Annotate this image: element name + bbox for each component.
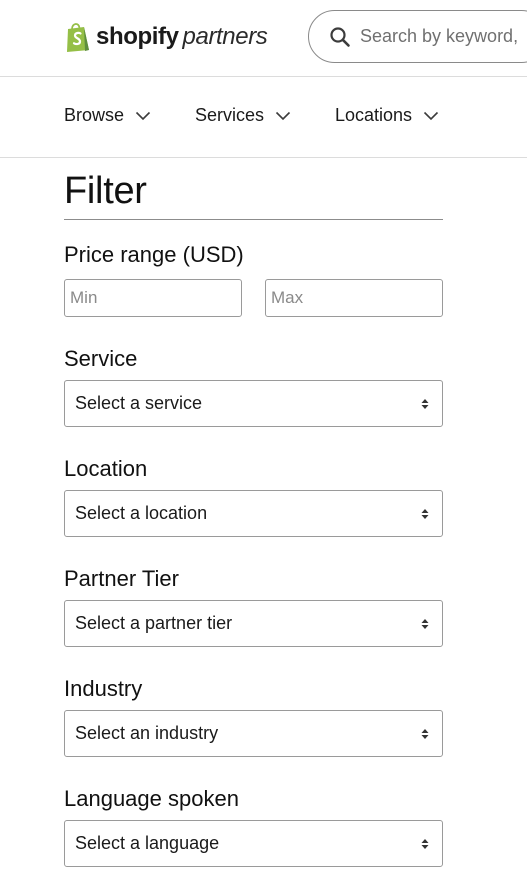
main-nav: Browse Services Locations (0, 77, 527, 158)
language-label: Language spoken (64, 786, 239, 811)
filter-divider (64, 219, 443, 220)
shopify-bag-icon (67, 23, 89, 52)
nav-item-services[interactable]: Services (195, 105, 291, 126)
location-select[interactable]: Select a location (64, 490, 443, 537)
filter-title: Filter (64, 170, 147, 212)
select-arrows-icon (421, 508, 429, 519)
site-header: shopify partners (0, 0, 527, 77)
language-select-value: Select a language (75, 833, 220, 853)
service-select[interactable]: Select a service (64, 380, 443, 427)
select-arrows-icon (421, 728, 429, 739)
chevron-down-icon (275, 111, 291, 120)
location-label: Location (64, 456, 148, 481)
price-range-label: Price range (USD) (64, 242, 244, 267)
chevron-down-icon (135, 111, 151, 120)
industry-label: Industry (64, 676, 143, 701)
shopify-partners-logo[interactable]: shopify partners (64, 20, 268, 54)
search-icon (330, 26, 350, 47)
partner-tier-label: Partner Tier (64, 566, 179, 591)
nav-item-locations[interactable]: Locations (335, 105, 439, 126)
service-label: Service (64, 346, 138, 371)
industry-select[interactable]: Select an industry (64, 710, 443, 757)
nav-item-label: Services (195, 105, 265, 125)
partner-tier-select-value: Select a partner tier (75, 613, 233, 633)
industry-select-value: Select an industry (75, 723, 219, 743)
price-min-input[interactable] (64, 279, 242, 317)
language-select[interactable]: Select a language (64, 820, 443, 867)
search-box[interactable] (308, 10, 527, 63)
select-arrows-icon (421, 838, 429, 849)
nav-item-label: Locations (335, 105, 413, 125)
service-select-value: Select a service (75, 393, 203, 413)
filter-panel: Filter Price range (USD) Service Select … (64, 165, 443, 867)
price-max-input[interactable] (265, 279, 443, 317)
location-select-value: Select a location (75, 503, 208, 523)
logo-brand-text: shopify (96, 23, 179, 50)
select-arrows-icon (421, 398, 429, 409)
nav-item-label: Browse (64, 105, 125, 125)
logo-suffix-text: partners (182, 23, 268, 50)
search-input[interactable] (360, 26, 527, 47)
partner-tier-select[interactable]: Select a partner tier (64, 600, 443, 647)
select-arrows-icon (421, 618, 429, 629)
nav-item-browse[interactable]: Browse (64, 105, 151, 126)
chevron-down-icon (423, 111, 439, 120)
